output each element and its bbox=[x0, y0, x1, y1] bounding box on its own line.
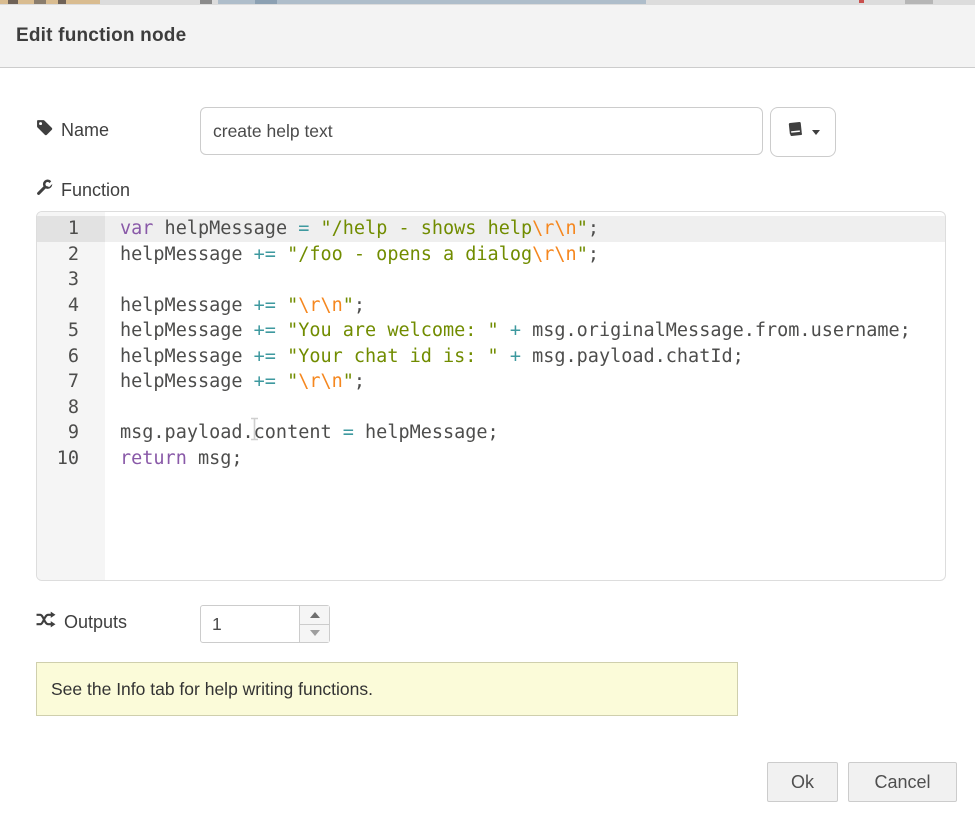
code-text bbox=[105, 267, 945, 293]
dialog-title: Edit function node bbox=[16, 25, 186, 47]
code-text: msg.payload.content = helpMessage; bbox=[105, 420, 945, 446]
dialog-header: Edit function node bbox=[0, 5, 975, 68]
book-icon bbox=[786, 120, 805, 144]
outputs-label-text: Outputs bbox=[64, 612, 127, 633]
workspace-fragment bbox=[255, 0, 277, 4]
code-lines: 1var helpMessage = "/help - shows help\r… bbox=[37, 216, 945, 471]
wrench-icon bbox=[36, 179, 53, 201]
code-line[interactable]: 5helpMessage += "You are welcome: " + ms… bbox=[37, 318, 945, 344]
spinner-buttons bbox=[299, 606, 329, 642]
outputs-spinner bbox=[200, 605, 330, 643]
line-number: 1 bbox=[37, 216, 105, 242]
code-text: helpMessage += "You are welcome: " + msg… bbox=[105, 318, 945, 344]
triangle-up-icon bbox=[310, 612, 320, 618]
code-text bbox=[105, 395, 945, 421]
line-number: 6 bbox=[37, 344, 105, 370]
edit-function-node-dialog: Edit function node Name bbox=[0, 0, 975, 815]
workspace-fragment bbox=[218, 0, 646, 4]
line-number: 8 bbox=[37, 395, 105, 421]
line-number: 3 bbox=[37, 267, 105, 293]
workspace-fragment bbox=[34, 0, 46, 4]
shuffle-icon bbox=[36, 611, 56, 633]
name-label: Name bbox=[36, 119, 109, 141]
line-number: 4 bbox=[37, 293, 105, 319]
workspace-fragment bbox=[859, 0, 864, 3]
function-label-text: Function bbox=[61, 180, 130, 201]
spinner-down-button[interactable] bbox=[300, 625, 329, 643]
code-text: return msg; bbox=[105, 446, 945, 472]
code-line[interactable]: 6helpMessage += "Your chat id is: " + ms… bbox=[37, 344, 945, 370]
code-text: helpMessage += "Your chat id is: " + msg… bbox=[105, 344, 945, 370]
code-text: helpMessage += "/foo - opens a dialog\r\… bbox=[105, 242, 945, 268]
outputs-input[interactable] bbox=[201, 606, 299, 642]
cancel-button[interactable]: Cancel bbox=[848, 762, 957, 802]
code-text: helpMessage += "\r\n"; bbox=[105, 369, 945, 395]
code-line[interactable]: 4helpMessage += "\r\n"; bbox=[37, 293, 945, 319]
code-line[interactable]: 3 bbox=[37, 267, 945, 293]
line-number: 5 bbox=[37, 318, 105, 344]
line-number: 7 bbox=[37, 369, 105, 395]
code-line[interactable]: 7helpMessage += "\r\n"; bbox=[37, 369, 945, 395]
function-code-editor[interactable]: 1var helpMessage = "/help - shows help\r… bbox=[36, 211, 946, 581]
line-number: 2 bbox=[37, 242, 105, 268]
function-label: Function bbox=[36, 179, 130, 201]
code-line[interactable]: 9msg.payload.content = helpMessage; bbox=[37, 420, 945, 446]
library-button[interactable] bbox=[770, 107, 836, 157]
workspace-fragment bbox=[200, 0, 212, 4]
code-line[interactable]: 10return msg; bbox=[37, 446, 945, 472]
workspace-fragment bbox=[8, 0, 18, 4]
line-number: 10 bbox=[37, 446, 105, 472]
caret-down-icon bbox=[812, 130, 820, 135]
code-line[interactable]: 1var helpMessage = "/help - shows help\r… bbox=[37, 216, 945, 242]
spinner-up-button[interactable] bbox=[300, 606, 329, 625]
workspace-fragment bbox=[905, 0, 933, 4]
code-text: helpMessage += "\r\n"; bbox=[105, 293, 945, 319]
triangle-down-icon bbox=[310, 630, 320, 636]
name-label-text: Name bbox=[61, 120, 109, 141]
ok-button[interactable]: Ok bbox=[767, 762, 838, 802]
code-line[interactable]: 8 bbox=[37, 395, 945, 421]
workspace-fragment bbox=[58, 0, 66, 4]
mouse-ibeam-cursor bbox=[249, 417, 260, 446]
code-line[interactable]: 2helpMessage += "/foo - opens a dialog\r… bbox=[37, 242, 945, 268]
form-tip-box: See the Info tab for help writing functi… bbox=[36, 662, 738, 716]
code-text: var helpMessage = "/help - shows help\r\… bbox=[105, 216, 945, 242]
outputs-label: Outputs bbox=[36, 611, 127, 633]
name-input[interactable] bbox=[200, 107, 763, 155]
tag-icon bbox=[36, 119, 53, 141]
form-tip-text: See the Info tab for help writing functi… bbox=[51, 679, 373, 700]
line-number: 9 bbox=[37, 420, 105, 446]
